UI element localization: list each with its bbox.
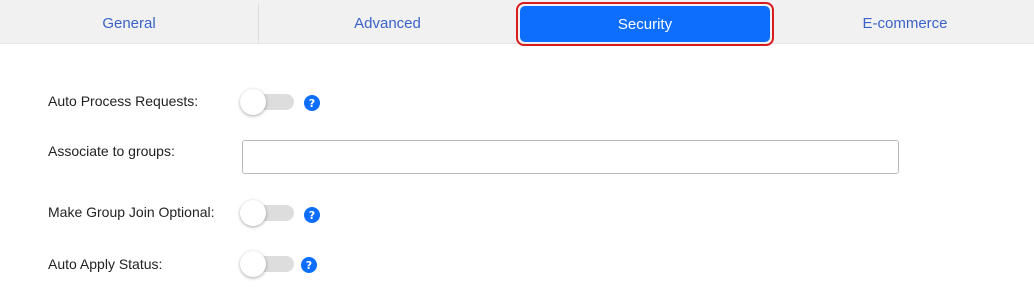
auto-process-requests-toggle[interactable]: [240, 89, 294, 115]
question-circle-icon[interactable]: ?: [304, 207, 320, 223]
question-circle-icon[interactable]: ?: [301, 257, 317, 273]
toggle-knob: [240, 89, 266, 115]
toggle-knob: [240, 200, 266, 226]
associate-to-groups-input[interactable]: [242, 140, 899, 174]
make-group-join-optional-toggle[interactable]: [240, 200, 294, 226]
tab-security[interactable]: Security: [516, 2, 774, 46]
tab-general[interactable]: General: [0, 4, 258, 43]
auto-apply-status-toggle[interactable]: [240, 251, 294, 277]
tab-bar: General Advanced Security E-commerce: [0, 0, 1034, 46]
active-tab-highlight: Security: [516, 2, 774, 46]
question-circle-icon[interactable]: ?: [304, 95, 320, 111]
tab-advanced[interactable]: Advanced: [258, 4, 516, 43]
tab-ecommerce[interactable]: E-commerce: [776, 4, 1034, 43]
make-group-join-optional-label: Make Group Join Optional:: [48, 204, 215, 220]
auto-apply-status-label: Auto Apply Status:: [48, 256, 163, 272]
auto-process-requests-label: Auto Process Requests:: [48, 93, 199, 109]
tab-security-label: Security: [520, 6, 770, 42]
toggle-knob: [240, 251, 266, 277]
associate-to-groups-label: Associate to groups:: [48, 143, 175, 159]
